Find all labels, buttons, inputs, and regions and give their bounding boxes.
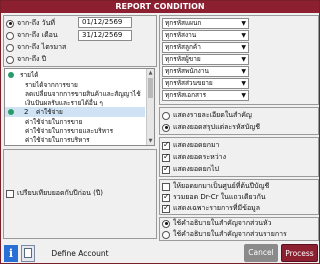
chevron-down-icon: ▼ — [241, 92, 246, 99]
only-data-checkbox[interactable] — [162, 203, 170, 213]
display-summary-label: แสดงยอดสรุปแต่ละรหัสบัญชี — [173, 123, 260, 131]
period-month-label: จาก-ถึง เดือน — [17, 31, 58, 39]
period-option-date[interactable]: จาก-ถึง วันที่ — [6, 18, 55, 29]
info-button[interactable]: i — [4, 245, 18, 262]
display-detail-label: แสดงรายละเอียดในสำคัญ — [173, 111, 252, 119]
dept-dropdown[interactable]: ทุกรหัสแผนก ▼ — [162, 18, 249, 29]
define-account-set-button[interactable]: Define Account Set — [45, 245, 115, 263]
source-header-option[interactable]: ใช้คำอธิบายในสำคัญจากส่วนหัว — [162, 218, 272, 229]
period-month-radio[interactable] — [6, 31, 14, 40]
dropdown-value: ทุกรหัสงาน — [165, 31, 197, 39]
employee-dropdown[interactable]: ทุกรหัสพนักงาน ▼ — [162, 66, 249, 77]
source-header-radio[interactable] — [162, 219, 170, 228]
dropdown-value: ทุกรหัสเอกสาร — [165, 91, 207, 99]
info-icon: i — [8, 247, 14, 260]
zero-opening-option[interactable]: ให้ยอดยกมาเป็นศูนย์ที่ต้นปีบัญชี — [162, 181, 269, 192]
show-closing-checkbox[interactable] — [162, 164, 170, 174]
report-condition-window: REPORT CONDITION จาก-ถึง วันที่ จาก-ถึง … — [0, 0, 320, 264]
chevron-down-icon: ▼ — [241, 20, 246, 27]
scroll-up-icon[interactable]: ▲ — [147, 69, 154, 77]
list-item-label: ค่าใช้จ่ายในการบริหาร — [25, 136, 90, 144]
only-data-option[interactable]: แสดงเฉพาะรายการที่มีข้อมูล — [162, 203, 260, 214]
show-period-checkbox[interactable] — [162, 152, 170, 162]
period-option-month[interactable]: จาก-ถึง เดือน — [6, 30, 58, 41]
display-detail-option[interactable]: แสดงรายละเอียดในสำคัญ — [162, 110, 252, 121]
zero-opening-label: ให้ยอดยกมาเป็นศูนย์ที่ต้นปีบัญชี — [173, 182, 270, 190]
show-opening-option[interactable]: แสดงยอดยกมา — [162, 140, 219, 151]
period-year-radio[interactable] — [6, 55, 14, 64]
combine-drcr-label: รวมยอด Dr-Cr ในแถวเดียวกัน — [173, 193, 266, 201]
list-item-selected[interactable]: 2 ค่าใช้จ่าย — [5, 107, 145, 117]
show-closing-label: แสดงยอดยกไป — [173, 165, 219, 173]
window-title: REPORT CONDITION — [1, 1, 319, 13]
show-opening-checkbox[interactable] — [162, 140, 170, 150]
cancel-button[interactable]: Cancel — [244, 244, 278, 262]
list-scrollbar[interactable]: ▲ ▼ — [146, 69, 154, 145]
period-quarter-label: จาก-ถึง ไตรมาส — [17, 43, 67, 51]
chevron-down-icon: ▼ — [241, 80, 246, 87]
only-data-label: แสดงเฉพาะรายการที่มีข้อมูล — [173, 204, 261, 212]
list-item[interactable]: ค่าใช้จ่ายในการบริหาร — [5, 135, 145, 145]
document-dropdown[interactable]: ทุกรหัสเอกสาร ▼ — [162, 90, 249, 101]
to-date-field[interactable]: 31/12/2569 — [78, 30, 132, 41]
chevron-down-icon: ▼ — [241, 56, 246, 63]
period-date-radio[interactable] — [6, 19, 14, 28]
customer-dropdown[interactable]: ทุกรหัสลูกค้า ▼ — [162, 42, 249, 53]
display-summary-option[interactable]: แสดงยอดสรุปแต่ละรหัสบัญชี — [162, 122, 260, 133]
period-date-label: จาก-ถึง วันที่ — [17, 19, 56, 27]
list-item[interactable]: รายได้ — [5, 70, 145, 80]
list-item-label: รายได้ — [20, 71, 39, 79]
scroll-thumb[interactable] — [148, 78, 153, 98]
account-set-icon[interactable] — [21, 245, 35, 262]
extension-dropdown[interactable]: ทุกรหัสส่วนขยาย ▼ — [162, 78, 249, 89]
chevron-down-icon: ▼ — [241, 32, 246, 39]
combine-drcr-checkbox[interactable] — [162, 192, 170, 202]
source-items-label: ใช้คำอธิบายในสำคัญจากส่วนรายการ — [173, 230, 287, 238]
compare-prev-year[interactable]: เปรียบเทียบยอดกับปีก่อน (ปี) — [6, 188, 103, 199]
compare-prev-year-label: เปรียบเทียบยอดกับปีก่อน (ปี) — [17, 189, 104, 197]
document-icon — [24, 248, 32, 258]
dropdown-value: ทุกรหัสแผนก — [165, 19, 202, 27]
dropdown-value: ทุกรหัสพนักงาน — [165, 67, 209, 75]
group-dot-icon — [8, 72, 14, 78]
combine-drcr-option[interactable]: รวมยอด Dr-Cr ในแถวเดียวกัน — [162, 192, 266, 203]
period-year-label: จาก-ถึง ปี — [17, 55, 47, 63]
group-dot-icon — [8, 109, 14, 115]
job-dropdown[interactable]: ทุกรหัสงาน ▼ — [162, 30, 249, 41]
period-option-year[interactable]: จาก-ถึง ปี — [6, 54, 46, 65]
zero-opening-checkbox[interactable] — [162, 182, 170, 191]
source-header-label: ใช้คำอธิบายในสำคัญจากส่วนหัว — [173, 219, 272, 227]
period-option-quarter[interactable]: จาก-ถึง ไตรมาส — [6, 42, 66, 53]
display-detail-radio[interactable] — [162, 111, 170, 120]
show-period-option[interactable]: แสดงยอดระหว่าง — [162, 152, 226, 163]
chevron-down-icon: ▼ — [241, 68, 246, 75]
dropdown-value: ทุกรหัสส่วนขยาย — [165, 79, 213, 87]
dropdown-value: ทุกรหัสลูกค้า — [165, 43, 201, 51]
account-list[interactable]: รายได้ รายได้จากการขาย ลดเปลี่ยนจากการขา… — [4, 68, 155, 146]
source-items-radio[interactable] — [162, 230, 170, 239]
vendor-dropdown[interactable]: ทุกรหัสผู้ขาย ▼ — [162, 54, 249, 65]
display-summary-radio[interactable] — [162, 123, 170, 132]
dropdown-value: ทุกรหัสผู้ขาย — [165, 55, 201, 63]
process-button[interactable]: Process — [281, 244, 318, 262]
list-item-number: 2 — [24, 108, 29, 116]
show-period-label: แสดงยอดระหว่าง — [173, 153, 227, 161]
list-item-label: ค่าใช้จ่าย — [36, 108, 63, 116]
chevron-down-icon: ▼ — [241, 44, 246, 51]
period-quarter-radio[interactable] — [6, 43, 14, 52]
show-opening-label: แสดงยอดยกมา — [173, 141, 220, 149]
source-items-option[interactable]: ใช้คำอธิบายในสำคัญจากส่วนรายการ — [162, 229, 287, 240]
compare-prev-year-checkbox[interactable] — [6, 189, 14, 198]
from-date-field[interactable]: 01/12/2569 — [78, 17, 132, 28]
scroll-down-icon[interactable]: ▼ — [147, 137, 154, 145]
show-closing-option[interactable]: แสดงยอดยกไป — [162, 164, 219, 175]
